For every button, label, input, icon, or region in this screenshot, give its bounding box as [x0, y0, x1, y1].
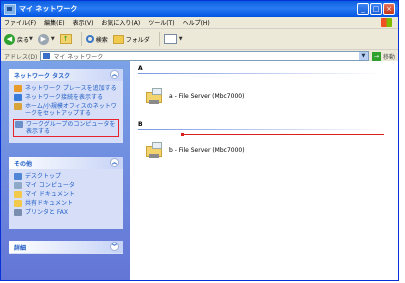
- other-my-computer[interactable]: マイ コンピュータ: [9, 181, 123, 190]
- task-setup-network[interactable]: ホーム/小規模オフィスのネットワークをセットアップする: [9, 102, 123, 118]
- expand-chevron-icon[interactable]: ︾: [110, 242, 119, 251]
- task-add-network-place[interactable]: ネットワーク プレースを追加する: [9, 84, 123, 93]
- other-my-documents[interactable]: マイ ドキュメント: [9, 190, 123, 199]
- group-divider: [138, 73, 382, 74]
- group-divider: [138, 129, 382, 130]
- address-label: アドレス(D): [4, 53, 38, 61]
- toolbar: ◀ 戻る ▼ ▶ ▼ ↑ 検索 フォルダ ▼: [1, 29, 398, 50]
- search-button[interactable]: 検索: [85, 35, 108, 44]
- menu-tools[interactable]: ツール(T): [148, 18, 174, 27]
- explorer-window: マイ ネットワーク _ □ × ファイル(F) 編集(E) 表示(V) お気に入…: [0, 0, 399, 281]
- share-label: b - File Server (Mbc7000): [169, 146, 245, 154]
- other-desktop[interactable]: デスクトップ: [9, 172, 123, 181]
- menu-edit[interactable]: 編集(E): [44, 18, 64, 27]
- toolbar-separator: [80, 32, 82, 46]
- other-label: デスクトップ: [25, 173, 62, 180]
- views-button[interactable]: ▼: [163, 34, 183, 44]
- collapse-chevron-icon[interactable]: ︽: [110, 70, 119, 79]
- maximize-button[interactable]: □: [370, 3, 382, 15]
- printer-icon: [14, 209, 22, 216]
- other-label: プリンタと FAX: [25, 209, 69, 216]
- folder-icon: [14, 191, 22, 198]
- annotation-callout-line: [181, 133, 384, 136]
- views-icon: [163, 34, 177, 44]
- task-label: ネットワーク接続を表示する: [25, 94, 104, 101]
- network-tasks-title: ネットワーク タスク: [14, 72, 71, 80]
- other-places-header[interactable]: その他 ︽: [9, 157, 123, 169]
- network-tasks-panel: ネットワーク タスク ︽ ネットワーク プレースを追加する ネットワーク接続を表…: [9, 69, 123, 143]
- network-folder-icon: [146, 142, 164, 158]
- shared-folder-icon: [14, 200, 22, 207]
- network-tasks-header[interactable]: ネットワーク タスク ︽: [9, 69, 123, 81]
- forward-button[interactable]: ▶ ▼: [37, 33, 55, 45]
- other-label: マイ コンピュータ: [25, 182, 75, 189]
- forward-arrow-icon: ▶: [37, 33, 49, 45]
- menu-view[interactable]: 表示(V): [73, 18, 94, 27]
- menu-file[interactable]: ファイル(F): [4, 18, 36, 27]
- task-label: ワークグループのコンピュータを表示する: [26, 121, 116, 135]
- details-header[interactable]: 詳細 ︾: [9, 241, 123, 253]
- up-folder-icon: ↑: [59, 34, 72, 44]
- other-places-title: その他: [14, 160, 33, 168]
- network-icon: [43, 53, 51, 59]
- details-title: 詳細: [14, 244, 27, 252]
- network-connections-icon: [14, 94, 22, 101]
- window-title: マイ ネットワーク: [19, 5, 78, 13]
- search-label: 検索: [95, 36, 108, 44]
- desktop-icon: [14, 173, 22, 180]
- task-label: ネットワーク プレースを追加する: [25, 85, 117, 92]
- network-folder-icon: [146, 88, 164, 104]
- main-area: ネットワーク タスク ︽ ネットワーク プレースを追加する ネットワーク接続を表…: [1, 61, 398, 280]
- address-field[interactable]: マイ ネットワーク ▼: [40, 51, 369, 61]
- other-label: マイ ドキュメント: [25, 191, 75, 198]
- address-value: マイ ネットワーク: [53, 53, 104, 61]
- network-share-b[interactable]: b - File Server (Mbc7000): [146, 142, 245, 158]
- search-icon: [85, 35, 94, 43]
- network-icon: [4, 3, 16, 15]
- task-view-workgroup[interactable]: ワークグループのコンピュータを表示する: [13, 119, 119, 137]
- setup-network-icon: [14, 103, 22, 110]
- menu-favorites[interactable]: お気に入り(A): [101, 18, 140, 27]
- back-button[interactable]: ◀ 戻る ▼: [4, 33, 33, 45]
- chevron-down-icon: ▼: [29, 36, 33, 42]
- details-panel: 詳細 ︾: [9, 241, 123, 254]
- title-bar: マイ ネットワーク _ □ ×: [1, 1, 398, 17]
- go-label: 移動: [382, 53, 395, 61]
- other-places-panel: その他 ︽ デスクトップ マイ コンピュータ マイ ドキュメント 共有ドキュメン…: [9, 157, 123, 229]
- menu-help[interactable]: ヘルプ(H): [183, 18, 210, 27]
- other-printers-fax[interactable]: プリンタと FAX: [9, 208, 123, 217]
- close-button[interactable]: ×: [383, 3, 395, 15]
- task-view-connections[interactable]: ネットワーク接続を表示する: [9, 93, 123, 102]
- folders-label: フォルダ: [125, 36, 150, 44]
- windows-logo-icon: [381, 18, 392, 27]
- task-label: ホーム/小規模オフィスのネットワークをセットアップする: [25, 103, 117, 117]
- address-dropdown-icon[interactable]: ▼: [358, 52, 368, 60]
- group-header-a: A: [138, 65, 143, 72]
- task-pane: ネットワーク タスク ︽ ネットワーク プレースを追加する ネットワーク接続を表…: [1, 61, 130, 280]
- other-shared-documents[interactable]: 共有ドキュメント: [9, 199, 123, 208]
- workgroup-computers-icon: [15, 121, 23, 128]
- folders-button[interactable]: フォルダ: [112, 34, 150, 44]
- collapse-chevron-icon[interactable]: ︽: [110, 158, 119, 167]
- computer-icon: [14, 182, 22, 189]
- share-label: a - File Server (Mbc7000): [169, 92, 245, 100]
- menu-bar: ファイル(F) 編集(E) 表示(V) お気に入り(A) ツール(T) ヘルプ(…: [1, 17, 398, 29]
- minimize-button[interactable]: _: [357, 3, 369, 15]
- back-label: 戻る: [17, 36, 30, 44]
- network-share-a[interactable]: a - File Server (Mbc7000): [146, 88, 244, 104]
- go-arrow-icon: →: [371, 51, 381, 61]
- go-button[interactable]: → 移動: [371, 51, 395, 61]
- toolbar-separator: [158, 32, 160, 46]
- folder-icon: [112, 34, 124, 44]
- back-arrow-icon: ◀: [4, 33, 15, 45]
- content-area: A a - File Server (Mbc7000) B b - File S…: [130, 61, 398, 280]
- chevron-down-icon: ▼: [50, 36, 55, 42]
- chevron-down-icon: ▼: [178, 36, 183, 42]
- other-label: 共有ドキュメント: [25, 200, 74, 207]
- add-place-icon: [14, 85, 22, 92]
- up-folder-button[interactable]: ↑: [59, 34, 72, 44]
- group-header-b: B: [138, 121, 143, 128]
